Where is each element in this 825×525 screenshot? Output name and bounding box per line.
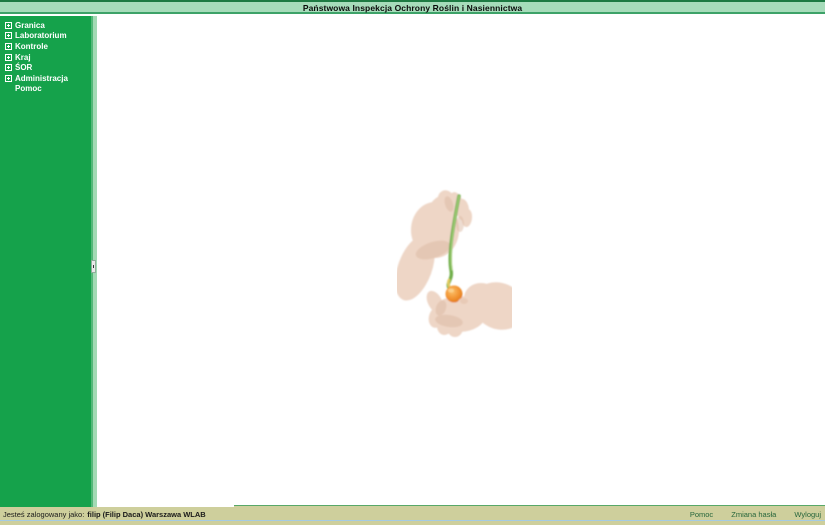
login-status: Jesteś zalogowany jako: filip (Filip Daca)…	[3, 510, 206, 519]
content-row: Granica Laboratorium Kontrole Kraj ŚOR A…	[0, 16, 825, 507]
sidebar-item-label: Kraj	[15, 52, 31, 62]
main-content	[97, 16, 825, 507]
status-bar: Jesteś zalogowany jako: filip (Filip Daca)…	[0, 507, 825, 525]
status-bar-divider	[0, 520, 825, 521]
footer-links: Pomoc Zmiana hasła Wyloguj	[674, 510, 821, 519]
sidebar-item-granica[interactable]: Granica	[0, 20, 91, 31]
sidebar-item-kontrole[interactable]: Kontrole	[0, 41, 91, 52]
footer-link-zmiana-hasla[interactable]: Zmiana hasła	[731, 510, 776, 519]
sidebar-item-laboratorium[interactable]: Laboratorium	[0, 31, 91, 42]
login-username: filip	[87, 510, 101, 519]
sidebar-item-label: Pomoc	[15, 84, 42, 94]
expand-plus-icon[interactable]	[5, 53, 12, 61]
app-window: Państwowa Inspekcja Ochrony Roślin i Nas…	[0, 0, 825, 525]
sidebar-item-label: Granica	[15, 20, 45, 30]
login-status-prefix: Jesteś zalogowany jako:	[3, 510, 85, 519]
sidebar-item-label: Laboratorium	[15, 31, 67, 41]
footer-link-wyloguj[interactable]: Wyloguj	[794, 510, 821, 519]
expand-plus-icon[interactable]	[5, 32, 12, 40]
sidebar-menu: Granica Laboratorium Kontrole Kraj ŚOR A…	[0, 16, 91, 507]
footer-link-pomoc[interactable]: Pomoc	[690, 510, 713, 519]
sidebar-item-kraj[interactable]: Kraj	[0, 52, 91, 63]
sidebar-item-label: Administracja	[15, 73, 68, 83]
hands-holding-seedling-illustration	[395, 174, 526, 340]
app-title: Państwowa Inspekcja Ochrony Roślin i Nas…	[302, 3, 523, 13]
sidebar-item-label: ŚOR	[15, 63, 33, 73]
expand-plus-icon[interactable]	[5, 64, 12, 72]
seedling-hands-graphic	[395, 190, 526, 337]
expand-plus-icon[interactable]	[5, 74, 12, 82]
expand-plus-icon[interactable]	[5, 42, 12, 50]
splitter-collapse-handle[interactable]	[91, 260, 96, 273]
sidebar-item-sor[interactable]: ŚOR	[0, 62, 91, 73]
sidebar-item-label: Kontrole	[15, 41, 48, 51]
title-bar: Państwowa Inspekcja Ochrony Roślin i Nas…	[0, 2, 825, 14]
sidebar-item-pomoc[interactable]: Pomoc	[0, 84, 91, 95]
sidebar-item-administracja[interactable]: Administracja	[0, 73, 91, 84]
expand-plus-icon[interactable]	[5, 21, 12, 29]
login-details: (Filip Daca) Warszawa WLAB	[102, 510, 206, 519]
